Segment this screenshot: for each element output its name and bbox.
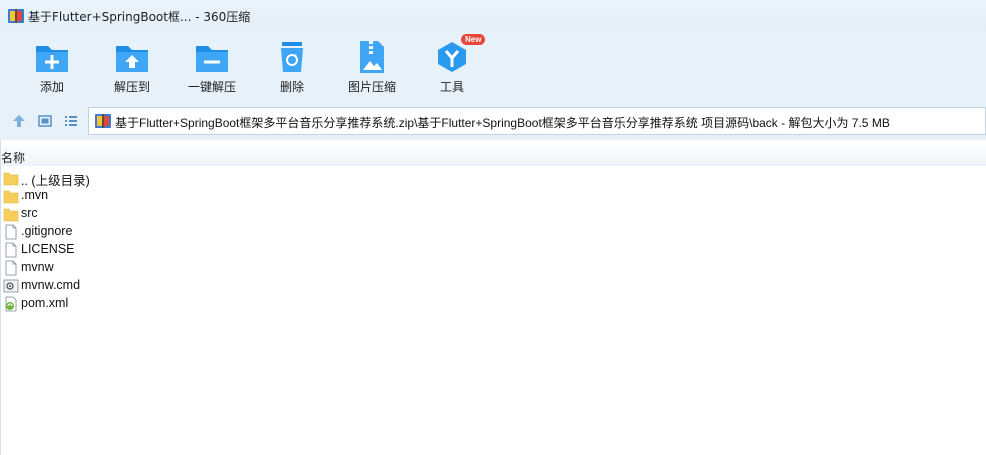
address-bar: 基于Flutter+SpringBoot框架多平台音乐分享推荐系统.zip\基于… — [0, 102, 986, 140]
archive-app-icon — [8, 9, 24, 23]
image-compress-label: 图片压缩 — [347, 80, 396, 94]
column-header: 名称 — [0, 146, 986, 166]
list-item[interactable]: mvnw — [0, 259, 986, 277]
file-name: .mvn — [21, 188, 49, 202]
tools-button[interactable]: New 工具 — [417, 34, 487, 98]
up-arrow-icon[interactable] — [12, 114, 26, 128]
extract-to-label: 解压到 — [113, 80, 150, 94]
file-list: .. (上级目录) .mvn src .gitignore LICENSE mv… — [0, 169, 986, 313]
add-label: 添加 — [39, 80, 64, 94]
delete-button[interactable]: 删除 — [257, 38, 327, 98]
thumbnail-view-icon[interactable] — [38, 114, 52, 128]
list-item[interactable]: pom.xml — [0, 295, 986, 313]
title-bar: 基于Flutter+SpringBoot框... - 360压缩 — [0, 0, 986, 32]
address-field[interactable]: 基于Flutter+SpringBoot框架多平台音乐分享推荐系统.zip\基于… — [88, 107, 986, 135]
add-button[interactable]: 添加 — [17, 38, 87, 98]
list-view-icon[interactable] — [64, 114, 78, 128]
file-name: mvnw — [21, 260, 54, 274]
file-name: .gitignore — [21, 224, 73, 238]
list-item[interactable]: src — [0, 205, 986, 223]
xml-file-icon — [5, 296, 17, 312]
extract-to-button[interactable]: 解压到 — [97, 38, 167, 98]
toolbar: 添加 解压到 一键解压 删除 图片压缩 New 工具 — [0, 32, 986, 102]
document-icon — [5, 260, 17, 276]
list-item[interactable]: mvnw.cmd — [0, 277, 986, 295]
document-icon — [5, 242, 17, 258]
name-column-header[interactable]: 名称 — [1, 149, 25, 166]
image-compress-icon — [360, 41, 384, 73]
gear-icon — [3, 279, 19, 293]
file-name: src — [21, 206, 38, 220]
file-name: LICENSE — [21, 242, 75, 256]
new-badge: New — [461, 34, 486, 45]
delete-label: 删除 — [279, 80, 304, 94]
window-title: 基于Flutter+SpringBoot框... - 360压缩 — [28, 10, 251, 24]
tools-label: 工具 — [439, 80, 464, 94]
file-name: pom.xml — [21, 296, 69, 310]
folder-icon — [3, 190, 19, 204]
tools-icon — [438, 42, 466, 72]
document-icon — [5, 224, 17, 240]
address-path: 基于Flutter+SpringBoot框架多平台音乐分享推荐系统.zip\基于… — [115, 116, 890, 130]
folder-icon — [3, 208, 19, 222]
one-click-extract-label: 一键解压 — [187, 80, 236, 94]
archive-icon — [95, 114, 111, 128]
extract-to-icon — [116, 46, 148, 72]
list-item[interactable]: .mvn — [0, 187, 986, 205]
add-icon — [36, 46, 68, 72]
list-item[interactable]: .. (上级目录) — [0, 169, 986, 188]
folder-icon — [3, 172, 19, 186]
list-item[interactable]: .gitignore — [0, 223, 986, 241]
delete-icon — [281, 42, 303, 72]
image-compress-button[interactable]: 图片压缩 — [337, 38, 407, 98]
file-name: mvnw.cmd — [21, 278, 81, 292]
list-item[interactable]: LICENSE — [0, 241, 986, 259]
one-click-extract-button[interactable]: 一键解压 — [177, 38, 247, 98]
one-click-extract-icon — [196, 46, 228, 72]
